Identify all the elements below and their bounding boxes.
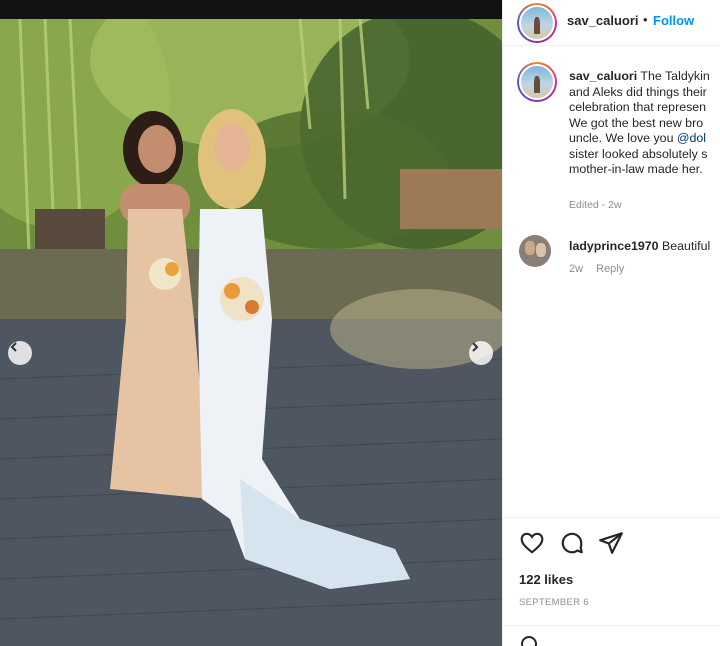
emoji-icon[interactable] (521, 636, 537, 646)
divider (503, 625, 720, 626)
caption-line: We got the best new bro (569, 115, 704, 130)
caption-line: The Taldykin (640, 69, 710, 83)
chevron-left-icon (10, 342, 17, 352)
comment-meta: 2w Reply (569, 263, 624, 275)
caption-line: and Aleks did things their (569, 84, 707, 99)
post-header: sav_caluori • Follow (503, 0, 720, 46)
mention-link[interactable]: @dol (677, 131, 706, 145)
next-slide-button[interactable] (469, 341, 493, 365)
comment-icon[interactable] (559, 530, 585, 556)
follow-button[interactable]: Follow (653, 13, 694, 28)
post-date: SEPTEMBER 6 (519, 597, 589, 608)
post-photo[interactable] (0, 19, 502, 646)
likes-count[interactable]: 122 likes (519, 572, 573, 587)
post-side-panel: sav_caluori • Follow sav_caluori The Tal… (502, 0, 720, 646)
reply-button[interactable]: Reply (596, 263, 624, 275)
post-caption: sav_caluori The Taldykin and Aleks did t… (569, 69, 720, 178)
divider (503, 517, 720, 518)
caption-line: celebration that represen (569, 100, 707, 114)
caption-username[interactable]: sav_caluori (569, 69, 637, 83)
comment: ladyprince1970 Beautiful (569, 239, 710, 253)
caption-line: sister looked absolutely s (569, 146, 708, 161)
edited-timestamp: Edited - 2w (569, 199, 622, 211)
top-strip (0, 0, 502, 19)
caption-avatar[interactable] (517, 62, 557, 102)
caption-line: mother-in-law made her. (569, 162, 703, 176)
header-username[interactable]: sav_caluori (567, 13, 639, 28)
wedding-photo-illustration (0, 19, 502, 646)
commenter-avatar[interactable] (519, 235, 551, 267)
heart-icon[interactable] (519, 530, 545, 556)
previous-slide-button[interactable] (8, 341, 32, 365)
header-separator: • (643, 12, 648, 27)
paper-plane-icon[interactable] (598, 530, 624, 556)
caption-line-mention[interactable]: uncle. We love you @dol (569, 131, 720, 147)
comment-text: Beautiful (662, 239, 711, 253)
user-avatar[interactable] (517, 3, 557, 43)
chevron-right-icon (472, 342, 479, 352)
comment-time: 2w (569, 263, 584, 275)
comment-username[interactable]: ladyprince1970 (569, 239, 659, 253)
